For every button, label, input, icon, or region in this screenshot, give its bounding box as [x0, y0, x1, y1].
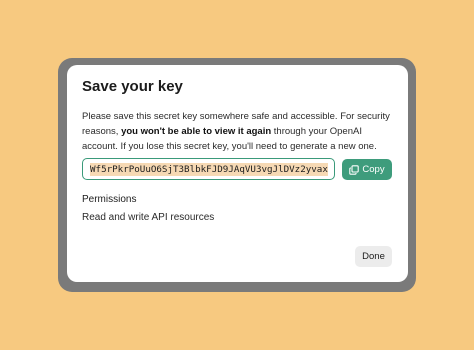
copy-label: Copy — [362, 164, 385, 175]
done-button[interactable]: Done — [355, 246, 392, 267]
copy-button[interactable]: Copy — [342, 159, 392, 180]
permissions-value: Read and write API resources — [82, 212, 215, 223]
permissions-heading: Permissions — [82, 194, 137, 205]
copy-icon — [349, 164, 360, 175]
secret-key-value[interactable]: Wf5rPkrPoUuO6SjT3BlbkFJD9JAqVU3vgJlDVz2y… — [90, 162, 328, 176]
dialog-description: Please save this secret key somewhere sa… — [82, 109, 400, 154]
dialog-title: Save your key — [82, 78, 183, 95]
save-key-dialog: Save your key Please save this secret ke… — [67, 65, 408, 282]
description-bold: you won't be able to view it again — [121, 126, 272, 137]
secret-key-field[interactable]: Wf5rPkrPoUuO6SjT3BlbkFJD9JAqVU3vgJlDVz2y… — [82, 158, 335, 180]
